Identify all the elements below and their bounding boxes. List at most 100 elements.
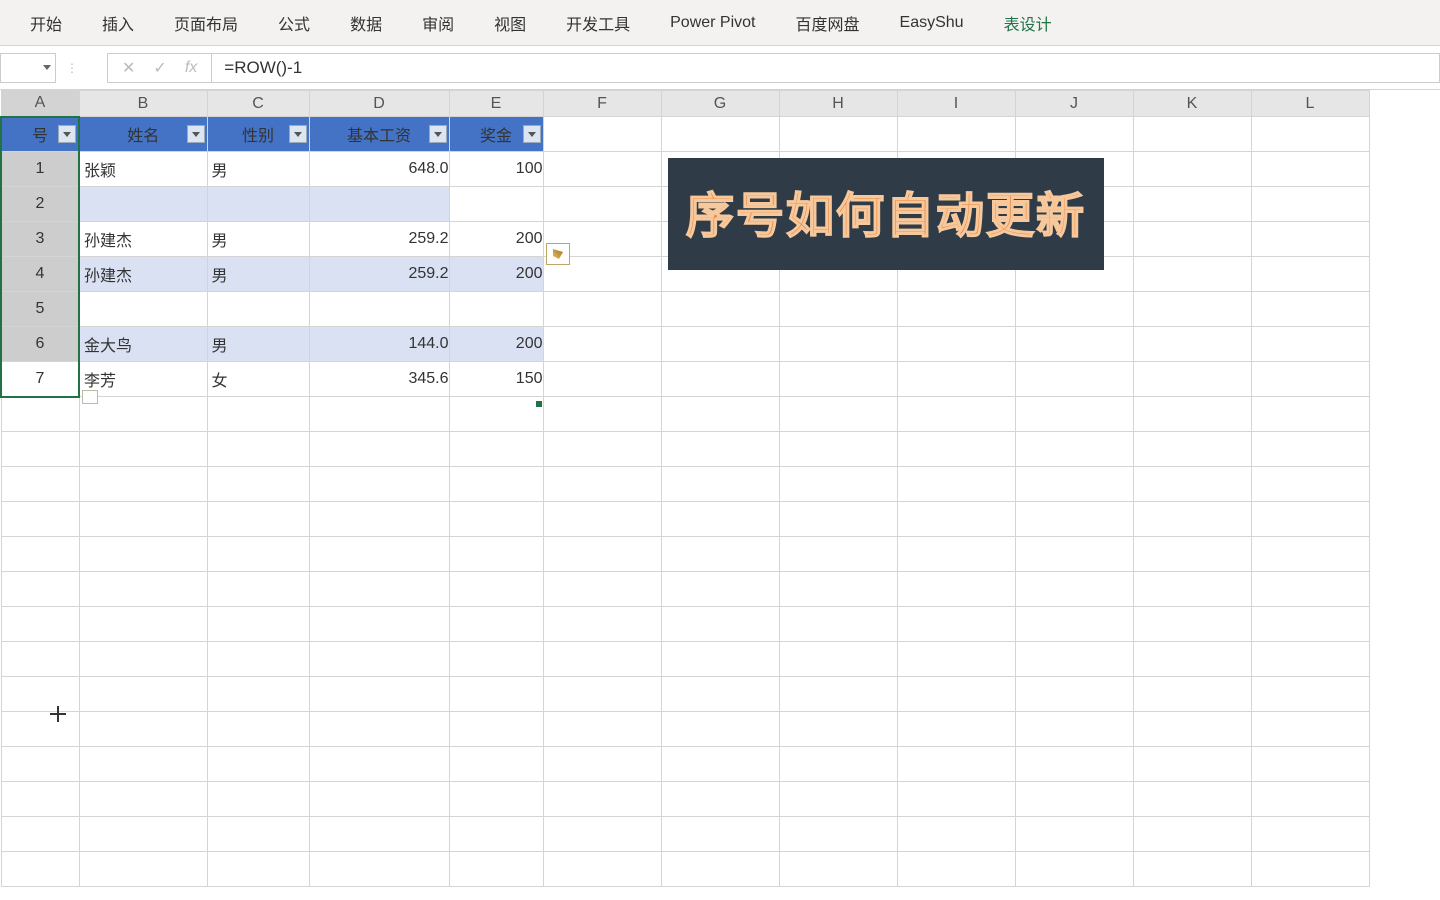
cell-salary[interactable]: 345.6 [309, 362, 449, 397]
cell[interactable] [1015, 852, 1133, 887]
cell[interactable] [661, 397, 779, 432]
cell[interactable] [1, 537, 79, 572]
cell[interactable] [309, 537, 449, 572]
cell[interactable] [79, 572, 207, 607]
cell[interactable] [1251, 502, 1369, 537]
cell[interactable] [1, 712, 79, 747]
cell-gender[interactable] [207, 187, 309, 222]
cell[interactable] [661, 607, 779, 642]
cell-name[interactable] [79, 187, 207, 222]
cell[interactable] [1251, 222, 1369, 257]
cell[interactable] [207, 712, 309, 747]
cell-seq[interactable]: 5 [1, 292, 79, 327]
table-header-name[interactable]: 姓名 [79, 117, 207, 152]
ribbon-tab-review[interactable]: 审阅 [402, 1, 474, 45]
cell[interactable] [207, 817, 309, 852]
col-header-G[interactable]: G [661, 91, 779, 117]
cell[interactable] [1251, 537, 1369, 572]
cell[interactable] [1015, 117, 1133, 152]
cell-seq[interactable]: 2 [1, 187, 79, 222]
cell[interactable] [661, 677, 779, 712]
cell[interactable] [1133, 362, 1251, 397]
cell[interactable] [779, 397, 897, 432]
cell[interactable] [207, 467, 309, 502]
cell[interactable] [1015, 747, 1133, 782]
cell[interactable] [449, 607, 543, 642]
cell-bonus[interactable]: 200 [449, 327, 543, 362]
cell[interactable] [1251, 607, 1369, 642]
cell[interactable] [1251, 747, 1369, 782]
cell[interactable] [207, 747, 309, 782]
cell[interactable] [543, 467, 661, 502]
cell-bonus[interactable] [449, 187, 543, 222]
cell[interactable] [897, 537, 1015, 572]
cell[interactable] [543, 782, 661, 817]
ribbon-tab-layout[interactable]: 页面布局 [154, 1, 258, 45]
cell[interactable] [1251, 152, 1369, 187]
cell[interactable] [1251, 572, 1369, 607]
cell-salary[interactable] [309, 187, 449, 222]
cell[interactable] [79, 607, 207, 642]
cell[interactable] [1251, 432, 1369, 467]
cell[interactable] [1015, 712, 1133, 747]
cell[interactable] [1, 607, 79, 642]
cell[interactable] [309, 852, 449, 887]
col-header-B[interactable]: B [79, 91, 207, 117]
cell[interactable] [779, 362, 897, 397]
cell[interactable] [543, 117, 661, 152]
cell[interactable] [1133, 292, 1251, 327]
cell[interactable] [779, 607, 897, 642]
cell[interactable] [1, 502, 79, 537]
cell[interactable] [1, 677, 79, 712]
cell[interactable] [1, 782, 79, 817]
filter-button-icon[interactable] [187, 125, 205, 143]
cell[interactable] [1133, 152, 1251, 187]
col-header-J[interactable]: J [1015, 91, 1133, 117]
cell[interactable] [661, 502, 779, 537]
cell[interactable] [1015, 537, 1133, 572]
cell[interactable] [779, 117, 897, 152]
cell[interactable] [1251, 292, 1369, 327]
cell[interactable] [543, 152, 661, 187]
cell[interactable] [309, 782, 449, 817]
cell[interactable] [661, 642, 779, 677]
cell[interactable] [1251, 117, 1369, 152]
cell[interactable] [309, 747, 449, 782]
cell[interactable] [779, 747, 897, 782]
cell[interactable] [661, 292, 779, 327]
cell-bonus[interactable]: 100 [449, 152, 543, 187]
cell[interactable] [79, 397, 207, 432]
cell[interactable] [79, 642, 207, 677]
cell[interactable] [1015, 362, 1133, 397]
cell[interactable] [309, 397, 449, 432]
cell[interactable] [661, 572, 779, 607]
cell[interactable] [1133, 257, 1251, 292]
autofill-options-icon[interactable] [82, 390, 98, 404]
ribbon-tab-insert[interactable]: 插入 [82, 1, 154, 45]
cell[interactable] [207, 852, 309, 887]
table-header-seq[interactable]: 号 [1, 117, 79, 152]
cell-salary[interactable]: 648.0 [309, 152, 449, 187]
formula-input[interactable]: =ROW()-1 [212, 53, 1440, 83]
cell[interactable] [779, 852, 897, 887]
cell[interactable] [897, 747, 1015, 782]
cell[interactable] [779, 537, 897, 572]
cell-seq[interactable]: 6 [1, 327, 79, 362]
cell[interactable] [897, 642, 1015, 677]
cell[interactable] [449, 572, 543, 607]
cell[interactable] [309, 572, 449, 607]
cell[interactable] [449, 747, 543, 782]
cell[interactable] [1251, 782, 1369, 817]
cell[interactable] [1133, 117, 1251, 152]
cell[interactable] [79, 467, 207, 502]
cell-gender[interactable]: 女 [207, 362, 309, 397]
cell[interactable] [1133, 432, 1251, 467]
cell[interactable] [449, 537, 543, 572]
cell[interactable] [79, 852, 207, 887]
cell[interactable] [661, 362, 779, 397]
cell[interactable] [1251, 257, 1369, 292]
cell[interactable] [543, 432, 661, 467]
cell-name[interactable] [79, 292, 207, 327]
ribbon-tab-view[interactable]: 视图 [474, 1, 546, 45]
cell[interactable] [207, 537, 309, 572]
